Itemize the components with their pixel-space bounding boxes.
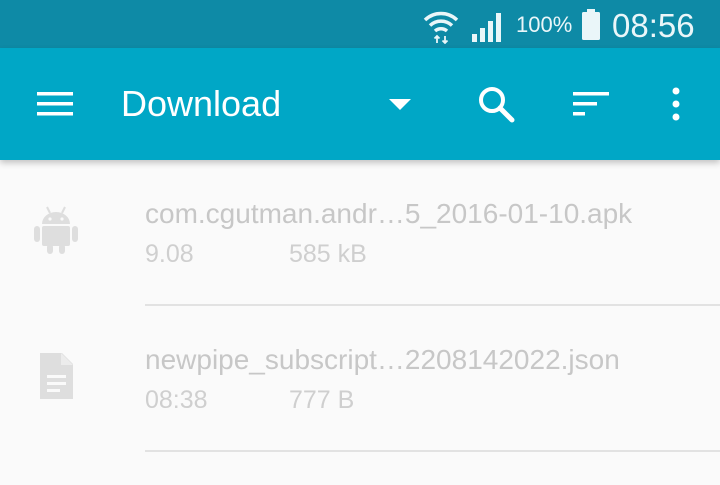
file-list: com.cgutman.andr…5_2016-01-10.apk 9.08 5… — [0, 160, 720, 452]
file-size: 777 B — [289, 386, 355, 414]
android-icon — [34, 206, 78, 254]
sort-icon[interactable] — [570, 84, 614, 124]
battery-percent: 100% — [516, 12, 573, 37]
search-icon[interactable] — [474, 82, 518, 126]
file-size: 585 kB — [289, 240, 367, 268]
battery-icon — [582, 9, 600, 40]
file-date: 9.08 — [145, 240, 194, 268]
app-toolbar: Download — [0, 48, 720, 160]
menu-icon[interactable] — [32, 86, 78, 122]
divider — [145, 450, 720, 452]
more-options-icon[interactable] — [660, 82, 692, 126]
file-name: newpipe_subscript…2208142022.json — [145, 344, 620, 375]
status-clock: 08:56 — [612, 7, 695, 44]
wifi-icon — [423, 11, 459, 44]
document-icon — [40, 353, 73, 399]
dropdown-arrow-icon[interactable] — [384, 92, 416, 116]
status-bar: 100% 08:56 — [0, 0, 720, 48]
file-item[interactable]: newpipe_subscript…2208142022.json 08:38 … — [0, 306, 720, 452]
toolbar-title[interactable]: Download — [121, 82, 281, 126]
file-item[interactable]: com.cgutman.andr…5_2016-01-10.apk 9.08 5… — [0, 160, 720, 306]
file-name: com.cgutman.andr…5_2016-01-10.apk — [145, 198, 633, 229]
file-date: 08:38 — [145, 386, 208, 414]
signal-icon — [472, 13, 501, 42]
